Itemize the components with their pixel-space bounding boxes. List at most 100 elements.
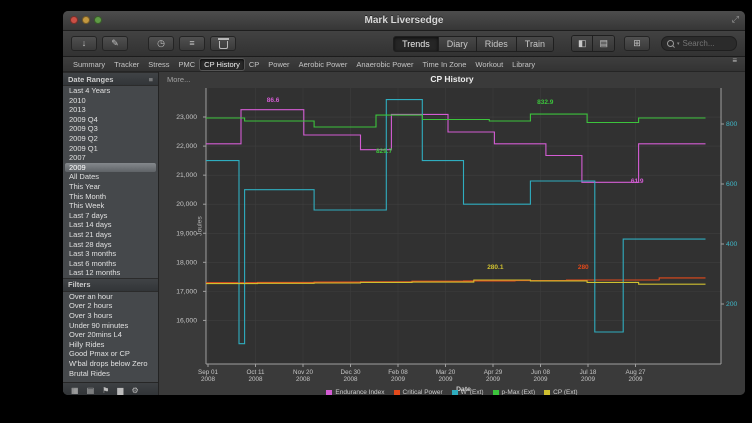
filter-item[interactable]: Under 90 minutes (63, 321, 158, 331)
panel-toggles: ◧ ▤ (571, 35, 615, 52)
sidebar: Date Ranges ≡ Last 4 Years201020132009 Q… (63, 72, 159, 395)
search-field[interactable]: ▾ (661, 36, 737, 51)
date-range-item[interactable]: All Dates (63, 172, 158, 182)
svg-text:Apr 292009: Apr 292009 (484, 369, 503, 383)
svg-text:200: 200 (726, 301, 738, 308)
view-segment[interactable]: Train (517, 37, 553, 51)
chart-tab[interactable]: CP History (200, 59, 244, 70)
date-range-item[interactable]: 2009 Q3 (63, 124, 158, 134)
date-range-item[interactable]: 2013 (63, 105, 158, 115)
tile-view-button[interactable]: ⊞ (624, 36, 650, 51)
legend-swatch (326, 390, 332, 396)
chart-tab[interactable]: Anaerobic Power (352, 59, 417, 70)
minimize-button[interactable] (82, 16, 90, 24)
app-window: Mark Liversedge ⤢ ↓ ✎ ◷ ≡ TrendsDiaryRid… (63, 11, 745, 395)
date-range-item[interactable]: Last 21 days (63, 230, 158, 240)
filter-item[interactable]: Over 3 hours (63, 311, 158, 321)
sidebar-tool-icon[interactable]: ▤ (87, 383, 95, 395)
cp-history-plot[interactable]: 23,00022,00021,00020,00019,00018,00017,0… (159, 72, 745, 395)
date-range-item[interactable]: This Month (63, 192, 158, 202)
manual-entry-button[interactable]: ✎ (102, 36, 128, 51)
chart-tab[interactable]: Time In Zone (418, 59, 470, 70)
filter-item[interactable]: Brutal Rides (63, 369, 158, 379)
sidebar-tool-icon[interactable]: ▦ (71, 383, 79, 395)
filters-header[interactable]: Filters (63, 278, 158, 292)
svg-text:18,000: 18,000 (176, 259, 197, 266)
legend-label: CP (Ext) (553, 389, 577, 395)
options-button[interactable]: ≡ (179, 36, 205, 51)
filter-item[interactable]: Good Pmax or CP (63, 349, 158, 359)
schedule-button[interactable]: ◷ (148, 36, 174, 51)
search-scope-arrow-icon[interactable]: ▾ (677, 41, 680, 47)
date-range-item[interactable]: Last 4 Years (63, 86, 158, 96)
date-range-item[interactable]: 2009 Q1 (63, 144, 158, 154)
legend-label: p-Max (Ext) (502, 389, 536, 395)
filter-item[interactable]: Over 2 hours (63, 301, 158, 311)
date-range-item[interactable]: This Week (63, 201, 158, 211)
svg-text:280: 280 (578, 264, 589, 271)
legend-label: Endurance Index (335, 389, 384, 395)
date-range-item[interactable]: This Year (63, 182, 158, 192)
sidebar-toggle-icon[interactable]: ◧ (572, 36, 594, 51)
sidebar-toolbar: ▦ ▤ ⚑ ▆ ⚙ (63, 382, 158, 395)
search-icon (667, 40, 674, 47)
chart-tab[interactable]: PMC (175, 59, 200, 70)
svg-text:17,000: 17,000 (176, 288, 197, 295)
chart-legend: Endurance Index Critical Power W' (Ext) … (159, 389, 745, 395)
sidebar-tool-icon[interactable]: ⚙ (131, 383, 138, 395)
delete-button[interactable] (210, 36, 236, 51)
filters-title: Filters (68, 280, 91, 289)
svg-text:86.6: 86.6 (267, 97, 280, 104)
date-range-item[interactable]: 2007 (63, 153, 158, 163)
chart-tab[interactable]: CP (245, 59, 263, 70)
date-range-item[interactable]: Last 6 months (63, 259, 158, 269)
search-input[interactable] (683, 39, 731, 48)
svg-text:19,000: 19,000 (176, 230, 197, 237)
fullscreen-icon[interactable]: ⤢ (732, 14, 739, 25)
chart-tab[interactable]: Power (264, 59, 293, 70)
legend-swatch (544, 390, 550, 396)
legend-swatch (493, 390, 499, 396)
view-segment[interactable]: Trends (394, 37, 439, 51)
chart-tab[interactable]: Stress (144, 59, 173, 70)
date-range-item[interactable]: 2009 (65, 163, 156, 173)
date-ranges-header[interactable]: Date Ranges ≡ (63, 72, 158, 86)
sidebar-tool-icon[interactable]: ▆ (117, 383, 123, 395)
date-range-item[interactable]: Last 28 days (63, 240, 158, 250)
svg-text:Jun 082009: Jun 082009 (531, 369, 550, 383)
trash-icon (219, 41, 228, 49)
download-icon: ↓ (82, 37, 87, 50)
filter-item[interactable]: Over 20mins L4 (63, 330, 158, 340)
lowbar-toggle-icon[interactable]: ▤ (593, 36, 614, 51)
date-range-item[interactable]: Last 14 days (63, 220, 158, 230)
chart-tab[interactable]: Summary (69, 59, 109, 70)
filters-list: Over an hourOver 2 hoursOver 3 hoursUnde… (63, 292, 158, 378)
chart-tab[interactable]: Aerobic Power (295, 59, 352, 70)
import-button[interactable]: ↓ (71, 36, 97, 51)
date-range-item[interactable]: Last 3 months (63, 249, 158, 259)
filter-item[interactable]: Hilly Rides (63, 340, 158, 350)
legend-item: Endurance Index (326, 389, 384, 395)
date-range-item[interactable]: 2009 Q4 (63, 115, 158, 125)
sidebar-tool-icon[interactable]: ⚑ (102, 383, 109, 395)
chart-tab[interactable]: Tracker (110, 59, 143, 70)
filter-item[interactable]: W'bal drops below Zero (63, 359, 158, 369)
date-range-item[interactable]: 2009 Q2 (63, 134, 158, 144)
zoom-button[interactable] (94, 16, 102, 24)
close-button[interactable] (70, 16, 78, 24)
window-controls (70, 16, 102, 24)
view-segment[interactable]: Diary (439, 37, 477, 51)
date-range-item[interactable]: Last 12 months (63, 268, 158, 278)
chart-tab[interactable]: Workout (471, 59, 507, 70)
date-ranges-list: Last 4 Years201020132009 Q42009 Q32009 Q… (63, 86, 158, 278)
date-ranges-menu-icon[interactable]: ≡ (149, 75, 153, 84)
chart-tab[interactable]: Library (508, 59, 539, 70)
view-segment[interactable]: Rides (477, 37, 517, 51)
filter-item[interactable]: Over an hour (63, 292, 158, 302)
date-range-item[interactable]: 2010 (63, 96, 158, 106)
tab-overflow-menu-icon[interactable]: ≡ (732, 56, 737, 65)
svg-text:Feb 082009: Feb 082009 (388, 369, 408, 383)
date-range-item[interactable]: Last 7 days (63, 211, 158, 221)
svg-text:23,000: 23,000 (176, 114, 197, 121)
svg-text:Joules: Joules (197, 216, 204, 236)
